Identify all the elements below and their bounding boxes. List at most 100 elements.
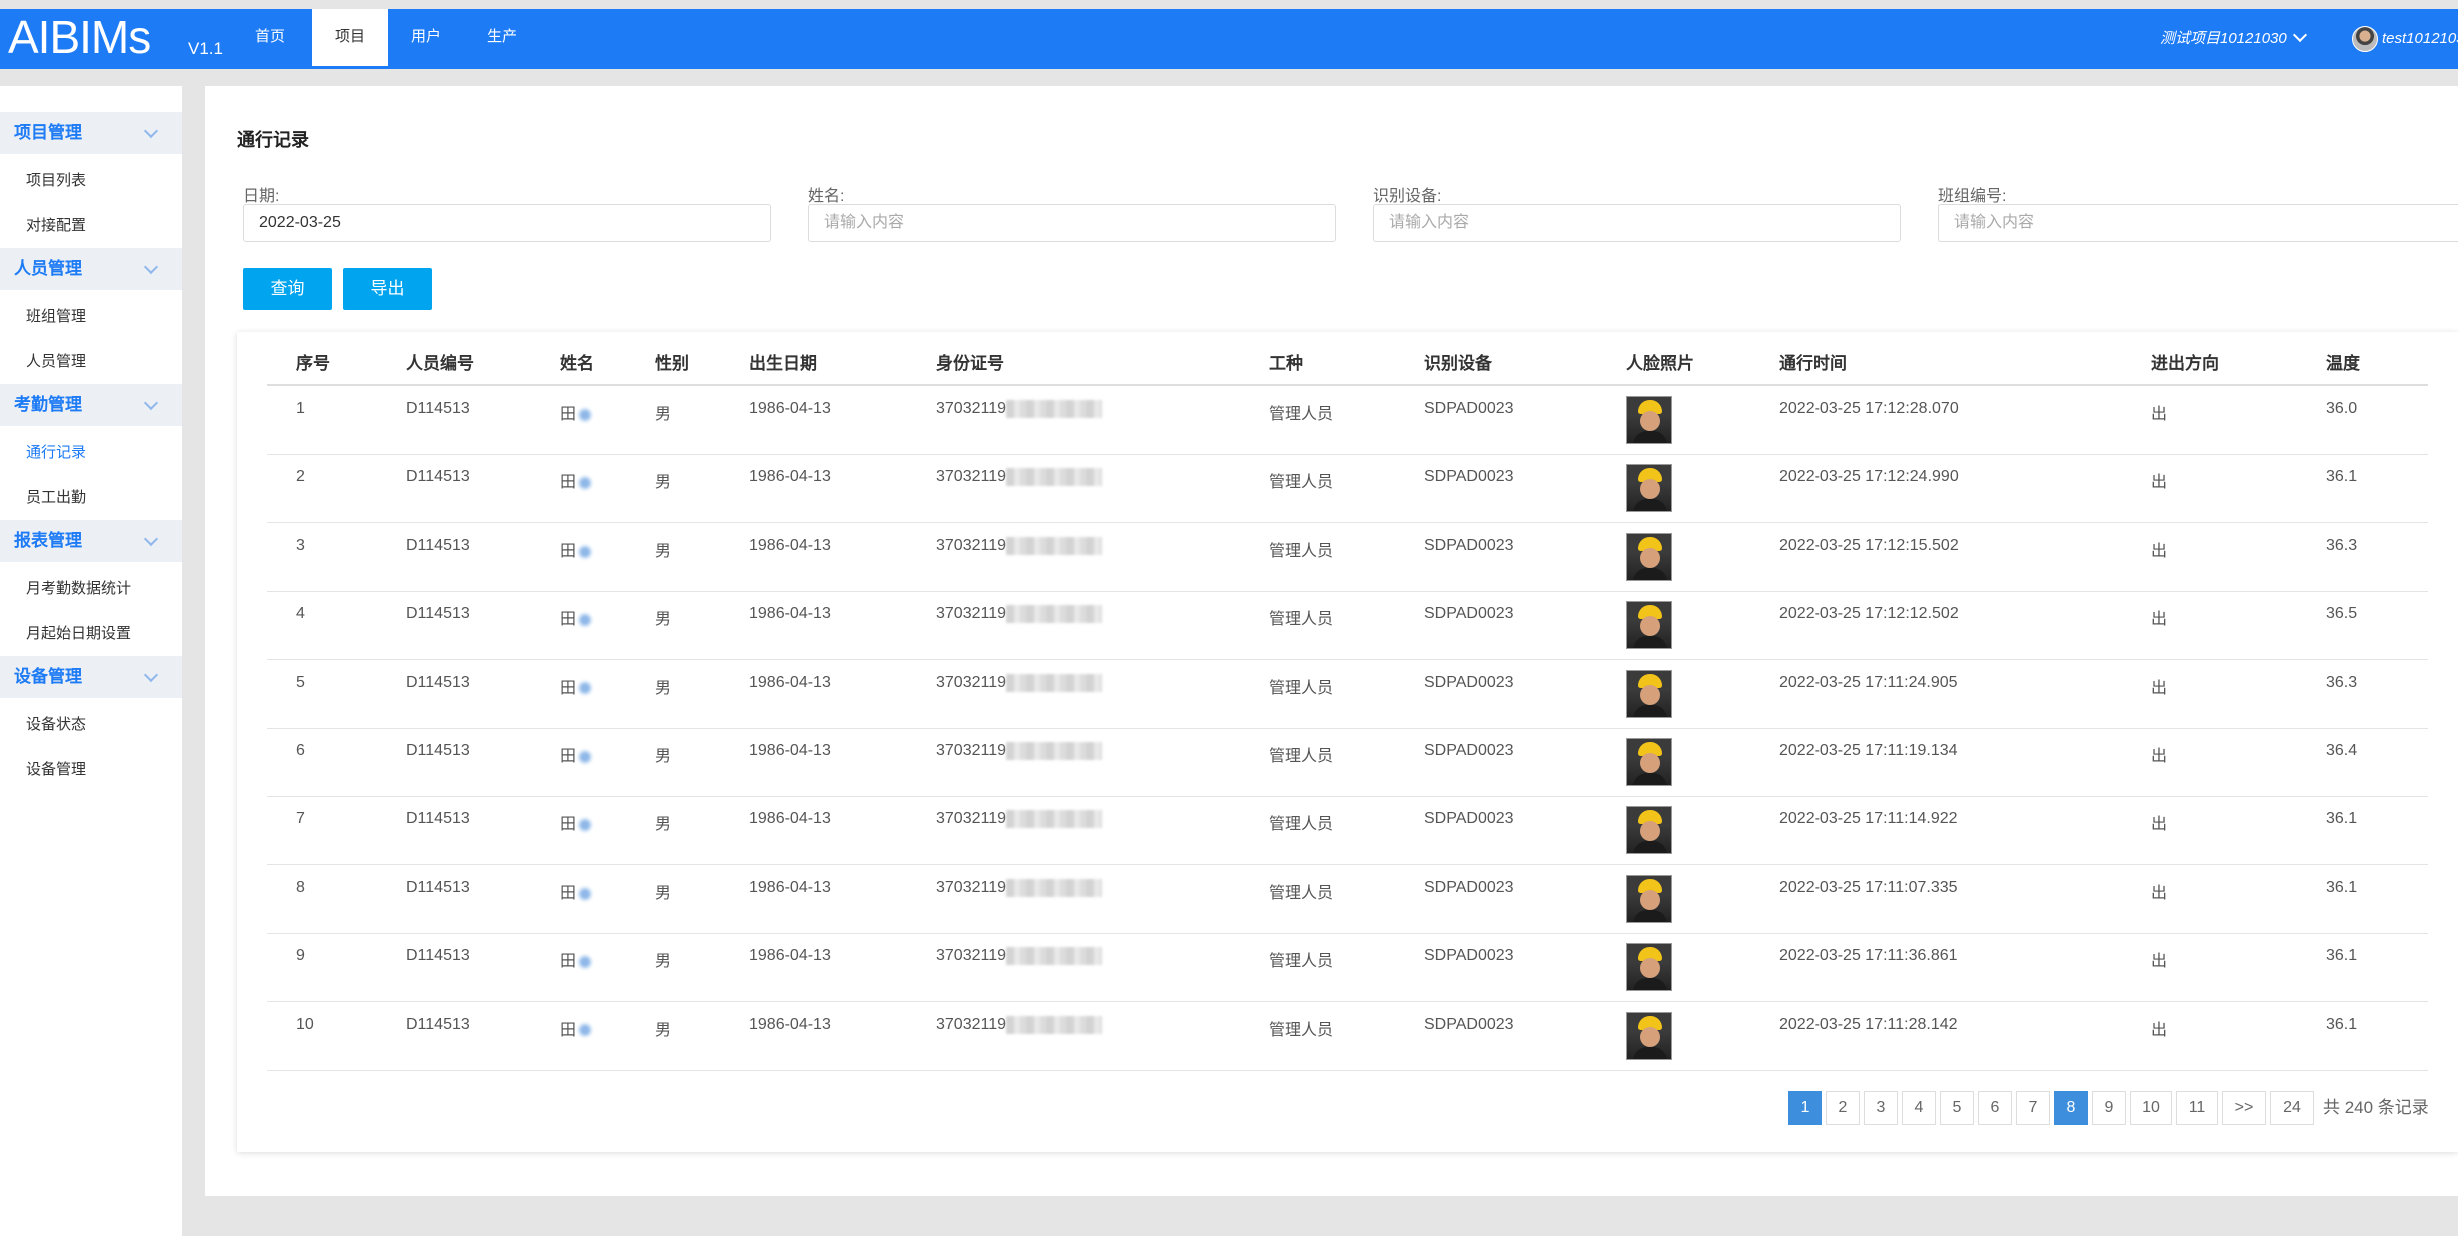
- name-input[interactable]: [808, 204, 1336, 242]
- cell-person-code: D114513: [406, 1015, 470, 1033]
- cell-name: 田: [560, 605, 594, 629]
- pagination-page[interactable]: 6: [1978, 1091, 2012, 1125]
- pagination-page[interactable]: 7: [2016, 1091, 2050, 1125]
- nav-tab-production[interactable]: 生产: [472, 9, 532, 69]
- pagination-page[interactable]: 1: [1788, 1091, 1822, 1125]
- table-row[interactable]: 7 D114513 田 男 1986-04-13 37032119 管理人员 SDPAD002…: [267, 796, 2428, 866]
- cell-job-type: 管理人员: [1269, 748, 1334, 765]
- name-text: 田: [560, 816, 577, 834]
- cell-device: SDPAD0023: [1424, 673, 1514, 691]
- name-text: 田: [560, 679, 577, 697]
- nav-tab-user[interactable]: 用户: [396, 9, 456, 69]
- sidebar-group-reports[interactable]: 报表管理: [0, 520, 182, 562]
- cell-device: SDPAD0023: [1424, 810, 1514, 828]
- cell-temperature: 36.5: [2326, 605, 2358, 623]
- table-row[interactable]: 3 D114513 田 男 1986-04-13 37032119 管理人员 SDPAD002…: [267, 523, 2428, 592]
- face-photo[interactable]: [1626, 464, 1672, 513]
- table-row[interactable]: 10 D114513 田 男 1986-04-13 37032119 管理人员 SDPAD00…: [267, 1002, 2428, 1071]
- sidebar-item-personnel-management[interactable]: 人员管理: [26, 350, 86, 371]
- face-photo[interactable]: [1626, 806, 1672, 855]
- cell-person-code: D114513: [406, 605, 470, 623]
- sidebar-group-devices[interactable]: 设备管理: [0, 656, 182, 698]
- face-photo[interactable]: [1626, 396, 1672, 444]
- sidebar-group-label: 项目管理: [14, 123, 82, 142]
- face-photo[interactable]: [1626, 1011, 1672, 1060]
- date-field[interactable]: [243, 204, 771, 242]
- pagination-page[interactable]: 10: [2130, 1091, 2172, 1125]
- face-photo[interactable]: [1626, 943, 1672, 992]
- cell-temperature: 36.3: [2326, 673, 2358, 691]
- pagination-page[interactable]: 5: [1940, 1091, 1974, 1125]
- chevron-down-icon: [143, 395, 159, 411]
- cell-name: 田: [560, 879, 594, 903]
- cell-job-type: 管理人员: [1269, 816, 1334, 834]
- cell-direction: 出: [2151, 748, 2168, 765]
- face-photo[interactable]: [1626, 738, 1672, 786]
- face-photo[interactable]: [1626, 532, 1672, 581]
- sidebar-item-access-records[interactable]: 通行记录: [26, 441, 86, 462]
- cell-device: SDPAD0023: [1424, 947, 1514, 965]
- cell-id-number: 37032119: [936, 947, 1102, 966]
- face-photo[interactable]: [1626, 601, 1672, 650]
- sidebar-item-device-status[interactable]: 设备状态: [26, 713, 86, 734]
- sidebar-item-employee-attendance[interactable]: 员工出勤: [26, 486, 86, 507]
- name-text: 田: [560, 884, 577, 902]
- team-code-input[interactable]: [1938, 204, 2458, 242]
- cell-no: 1: [296, 400, 305, 417]
- pagination-next[interactable]: >>: [2222, 1091, 2266, 1125]
- query-button[interactable]: 查询: [243, 268, 332, 310]
- body-shape: [1633, 704, 1667, 717]
- table-row[interactable]: 6 D114513 田 男 1986-04-13 37032119 管理人员 SDPAD002…: [267, 728, 2428, 797]
- table-row[interactable]: 5 D114513 田 男 1986-04-13 37032119 管理人员 SDPAD002…: [267, 660, 2428, 729]
- export-button[interactable]: 导出: [343, 268, 432, 310]
- table-row[interactable]: 4 D114513 田 男 1986-04-13 37032119 管理人员 SDPAD002…: [267, 591, 2428, 661]
- table-row[interactable]: 1 D114513 田 男 1986-04-13 37032119 管理人员 SDPAD002…: [267, 386, 2428, 455]
- id-redaction: [1006, 878, 1102, 897]
- cell-id-number: 37032119: [936, 878, 1102, 897]
- sidebar-group-personnel[interactable]: 人员管理: [0, 248, 182, 290]
- cell-person-code: D114513: [406, 673, 470, 691]
- cell-pass-time: 2022-03-25 17:11:07.335: [1779, 878, 1958, 896]
- table-row[interactable]: 8 D114513 田 男 1986-04-13 37032119 管理人员 SDPAD002…: [267, 865, 2428, 934]
- pagination-page[interactable]: 11: [2176, 1091, 2218, 1125]
- pagination-page[interactable]: 24: [2270, 1091, 2314, 1125]
- cell-device: SDPAD0023: [1424, 878, 1514, 896]
- nav-tab-home[interactable]: 首页: [240, 9, 300, 69]
- sidebar-item-team-management[interactable]: 班组管理: [26, 305, 86, 326]
- pagination-page[interactable]: 3: [1864, 1091, 1898, 1125]
- id-redaction: [1006, 468, 1102, 487]
- face-photo[interactable]: [1626, 874, 1672, 923]
- head-shape: [1640, 616, 1660, 637]
- cell-job-type: 管理人员: [1269, 406, 1334, 423]
- sidebar-item-integration-config[interactable]: 对接配置: [26, 214, 86, 235]
- sidebar-group-label: 报表管理: [14, 531, 82, 550]
- sidebar-item-device-management[interactable]: 设备管理: [26, 758, 86, 779]
- body-shape: [1633, 1046, 1667, 1059]
- sidebar-group-attendance[interactable]: 考勤管理: [0, 384, 182, 426]
- device-input[interactable]: [1373, 204, 1901, 242]
- cell-birth-date: 1986-04-13: [749, 947, 831, 965]
- project-selector[interactable]: 测试项目10121030: [2160, 9, 2307, 69]
- avatar[interactable]: [2352, 26, 2378, 52]
- table-row[interactable]: 9 D114513 田 男 1986-04-13 37032119 管理人员 SDPAD002…: [267, 933, 2428, 1003]
- nav-tab-project[interactable]: 项目: [312, 9, 388, 69]
- sidebar-group-label: 人员管理: [14, 259, 82, 278]
- sidebar-item-monthly-stats[interactable]: 月考勤数据统计: [26, 577, 131, 598]
- app-logo[interactable]: AIBIMs: [8, 13, 151, 61]
- cell-birth-date: 1986-04-13: [749, 810, 831, 828]
- pagination-page[interactable]: 9: [2092, 1091, 2126, 1125]
- id-redaction: [1006, 673, 1102, 692]
- pagination-page[interactable]: 2: [1826, 1091, 1860, 1125]
- cell-pass-time: 2022-03-25 17:12:15.502: [1779, 536, 1959, 554]
- records-table: 序号 人员编号 姓名 性别 出生日期 身份证号 工种 识别设备 人脸照片 通行时…: [237, 332, 2458, 1152]
- col-face-photo: 人脸照片: [1626, 354, 1694, 373]
- sidebar-item-month-start-settings[interactable]: 月起始日期设置: [26, 622, 131, 643]
- head-shape: [1640, 684, 1660, 705]
- pagination-page[interactable]: 4: [1902, 1091, 1936, 1125]
- table-row[interactable]: 2 D114513 田 男 1986-04-13 37032119 管理人员 SDPAD002…: [267, 454, 2428, 524]
- user-name[interactable]: test10121030: [2382, 9, 2458, 69]
- sidebar-group-project[interactable]: 项目管理: [0, 112, 182, 154]
- pagination-page[interactable]: 8: [2054, 1091, 2088, 1125]
- face-photo[interactable]: [1626, 669, 1672, 718]
- sidebar-item-project-list[interactable]: 项目列表: [26, 169, 86, 190]
